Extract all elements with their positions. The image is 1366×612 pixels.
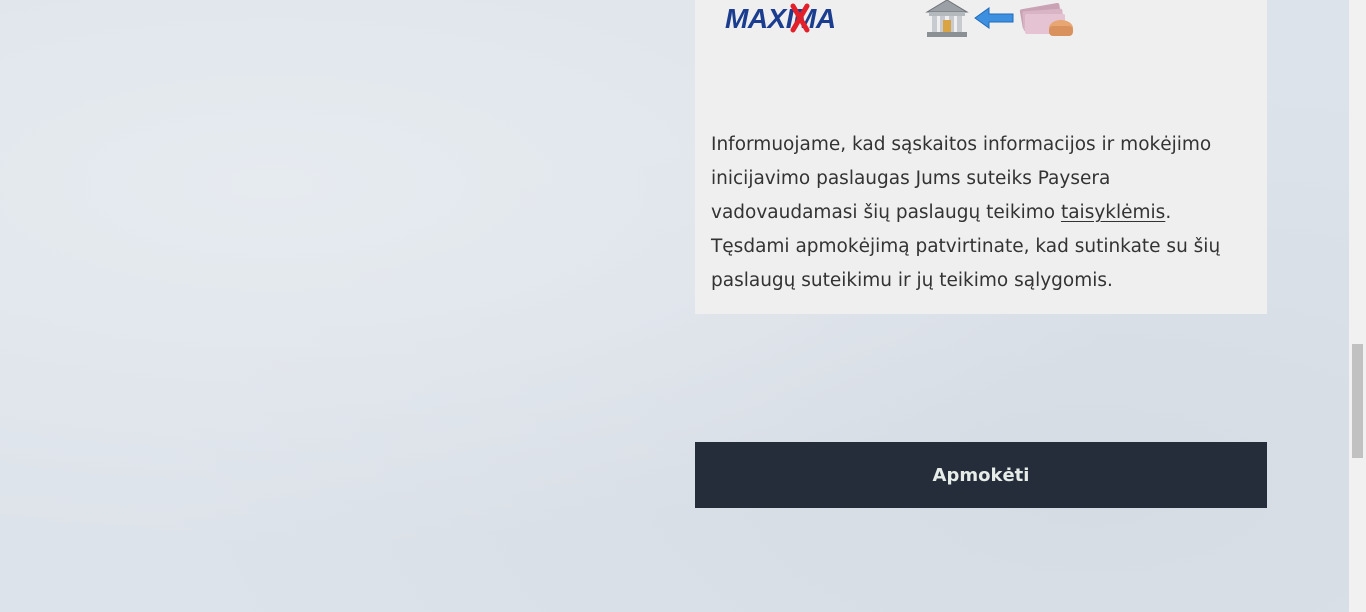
payment-info-text: Informuojame, kad sąskaitos informacijos… bbox=[711, 128, 1241, 298]
page-viewport: MAXIMA Informuojame, kad sąskaitos infor… bbox=[0, 0, 1349, 612]
maxima-logo-text: MAXIMA bbox=[725, 3, 836, 34]
transfer-icons bbox=[925, 0, 1073, 37]
arrow-left-icon bbox=[974, 7, 1014, 29]
bank-icon bbox=[925, 0, 969, 37]
scrollbar-thumb[interactable] bbox=[1352, 344, 1363, 458]
payment-info-card: MAXIMA Informuojame, kad sąskaitos infor… bbox=[695, 0, 1267, 314]
cash-icon bbox=[1019, 2, 1073, 36]
rules-link[interactable]: taisyklėmis bbox=[1061, 202, 1165, 223]
pay-button[interactable]: Apmokėti bbox=[695, 442, 1267, 508]
logo-row: MAXIMA bbox=[695, 0, 1267, 40]
maxima-logo: MAXIMA bbox=[725, 3, 836, 34]
vertical-scrollbar[interactable] bbox=[1349, 0, 1366, 612]
